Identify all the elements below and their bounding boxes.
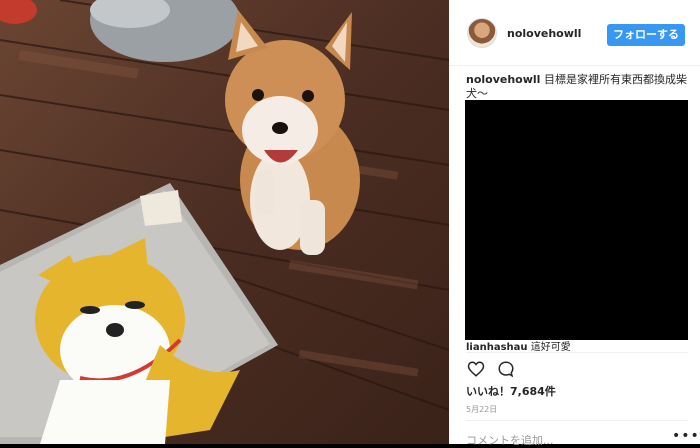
post-photo[interactable] bbox=[0, 0, 449, 444]
avatar[interactable] bbox=[467, 18, 497, 48]
divider bbox=[466, 352, 688, 353]
comment-icon[interactable] bbox=[497, 360, 515, 378]
comment-item: lianhashau 這好可愛 bbox=[466, 338, 571, 353]
caption: nolovehowll 目標是家裡所有東西都換成柴犬〜 bbox=[466, 73, 691, 101]
follow-button[interactable]: フォローする bbox=[607, 24, 685, 46]
add-comment-input[interactable]: コメントを追加... bbox=[466, 432, 554, 448]
heart-icon[interactable] bbox=[467, 360, 485, 378]
username-link[interactable]: nolovehowll bbox=[507, 27, 581, 40]
caption-username[interactable]: nolovehowll bbox=[466, 73, 540, 86]
like-count[interactable]: いいね！7,684件 bbox=[466, 383, 556, 399]
redacted-comments-block bbox=[465, 100, 688, 340]
post-header: nolovehowll フォローする bbox=[449, 0, 700, 66]
photo-illustration bbox=[0, 0, 449, 444]
more-options-button[interactable]: ••• bbox=[672, 428, 700, 444]
post-sidebar: nolovehowll フォローする nolovehowll 目標是家裡所有東西… bbox=[449, 0, 700, 447]
post-date: 5月22日 bbox=[466, 405, 498, 414]
divider bbox=[466, 420, 688, 421]
